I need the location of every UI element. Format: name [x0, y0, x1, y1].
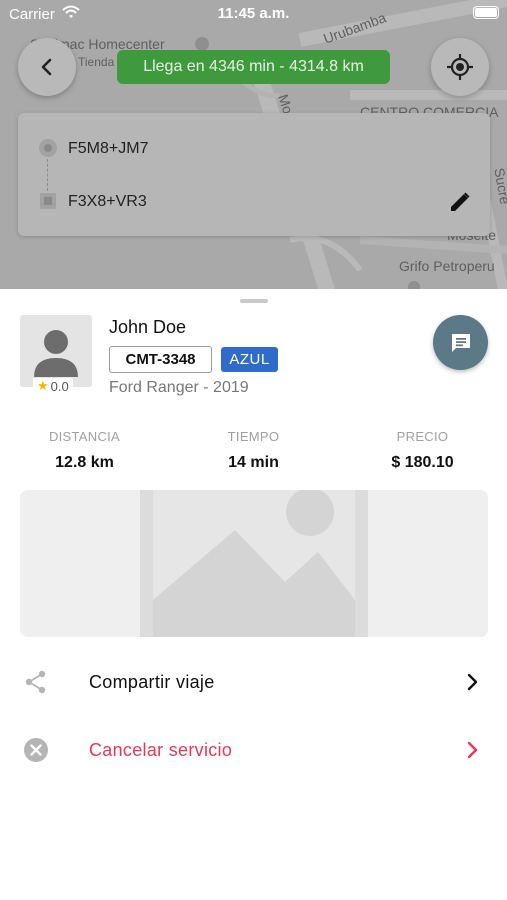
stat-distance-value: 12.8 km: [55, 454, 114, 471]
close-circle-icon: [22, 736, 50, 764]
driver-avatar: [20, 315, 92, 387]
stat-price: PRECIO $ 180.10: [338, 429, 507, 472]
chat-button[interactable]: [433, 315, 488, 370]
stat-price-value: $ 180.10: [391, 454, 454, 471]
status-bar: Carrier 11:45 a.m.: [0, 0, 507, 28]
eta-banner: Llega en 4346 min - 4314.8 km: [117, 50, 390, 84]
destination-square-icon: [40, 193, 56, 209]
vehicle-photo: [20, 490, 488, 637]
edit-route-button[interactable]: [445, 187, 475, 217]
cancel-service-row[interactable]: Cancelar servicio: [0, 730, 507, 770]
crosshair-gps-icon: [447, 54, 473, 80]
share-icon: [22, 668, 50, 696]
locate-me-button[interactable]: [431, 38, 489, 96]
origin-label[interactable]: F5M8+JM7: [68, 140, 148, 158]
origin-dot-icon: [39, 139, 57, 157]
stat-time: TIEMPO 14 min: [169, 429, 338, 472]
chat-bubble-icon: [451, 333, 470, 352]
stat-time-label: TIEMPO: [227, 429, 280, 444]
person-silhouette-icon: [34, 330, 78, 377]
route-card: F5M8+JM7 F3X8+VR3: [18, 113, 490, 236]
license-plate: CMT-3348: [109, 346, 212, 373]
map-view[interactable]: Sodimac Homecenter Tienda Urubamba Mo CE…: [0, 0, 507, 300]
stat-time-value: 14 min: [228, 454, 279, 471]
stat-price-label: PRECIO: [396, 429, 449, 444]
route-connector: [47, 159, 48, 191]
destination-label[interactable]: F3X8+VR3: [68, 193, 147, 211]
cancel-service-label: Cancelar servicio: [89, 740, 233, 760]
back-button[interactable]: [18, 38, 76, 96]
battery-icon: [473, 6, 499, 19]
pencil-icon: [451, 192, 470, 211]
vehicle-model: Ford Ranger - 2019: [109, 379, 249, 396]
star-icon: ★: [37, 378, 49, 393]
arrow-left-icon: [41, 58, 52, 76]
vehicle-color-badge: AZUL: [221, 347, 278, 372]
driver-rating: ★ 0.0: [33, 378, 73, 394]
stat-distance-label: DISTANCIA: [48, 429, 121, 444]
map-label-store-sub: Tienda: [78, 55, 115, 69]
chevron-right-icon: [467, 673, 478, 691]
trip-bottom-sheet: ★ 0.0 John Doe CMT-3348 AZUL Ford Ranger…: [0, 289, 507, 900]
sheet-grabber[interactable]: [240, 299, 268, 303]
rating-value: 0.0: [50, 378, 69, 394]
clock: 11:45 a.m.: [217, 5, 290, 22]
share-trip-row[interactable]: Compartir viaje: [0, 662, 507, 702]
share-trip-label: Compartir viaje: [89, 672, 215, 692]
eta-label: Llega en 4346 min - 4314.8 km: [143, 58, 364, 75]
driver-name: John Doe: [109, 317, 187, 337]
map-label-grifo: Grifo Petroperu: [399, 258, 495, 274]
image-placeholder-icon: [20, 490, 488, 637]
chevron-right-icon: [467, 741, 478, 759]
stat-distance: DISTANCIA 12.8 km: [0, 429, 169, 472]
